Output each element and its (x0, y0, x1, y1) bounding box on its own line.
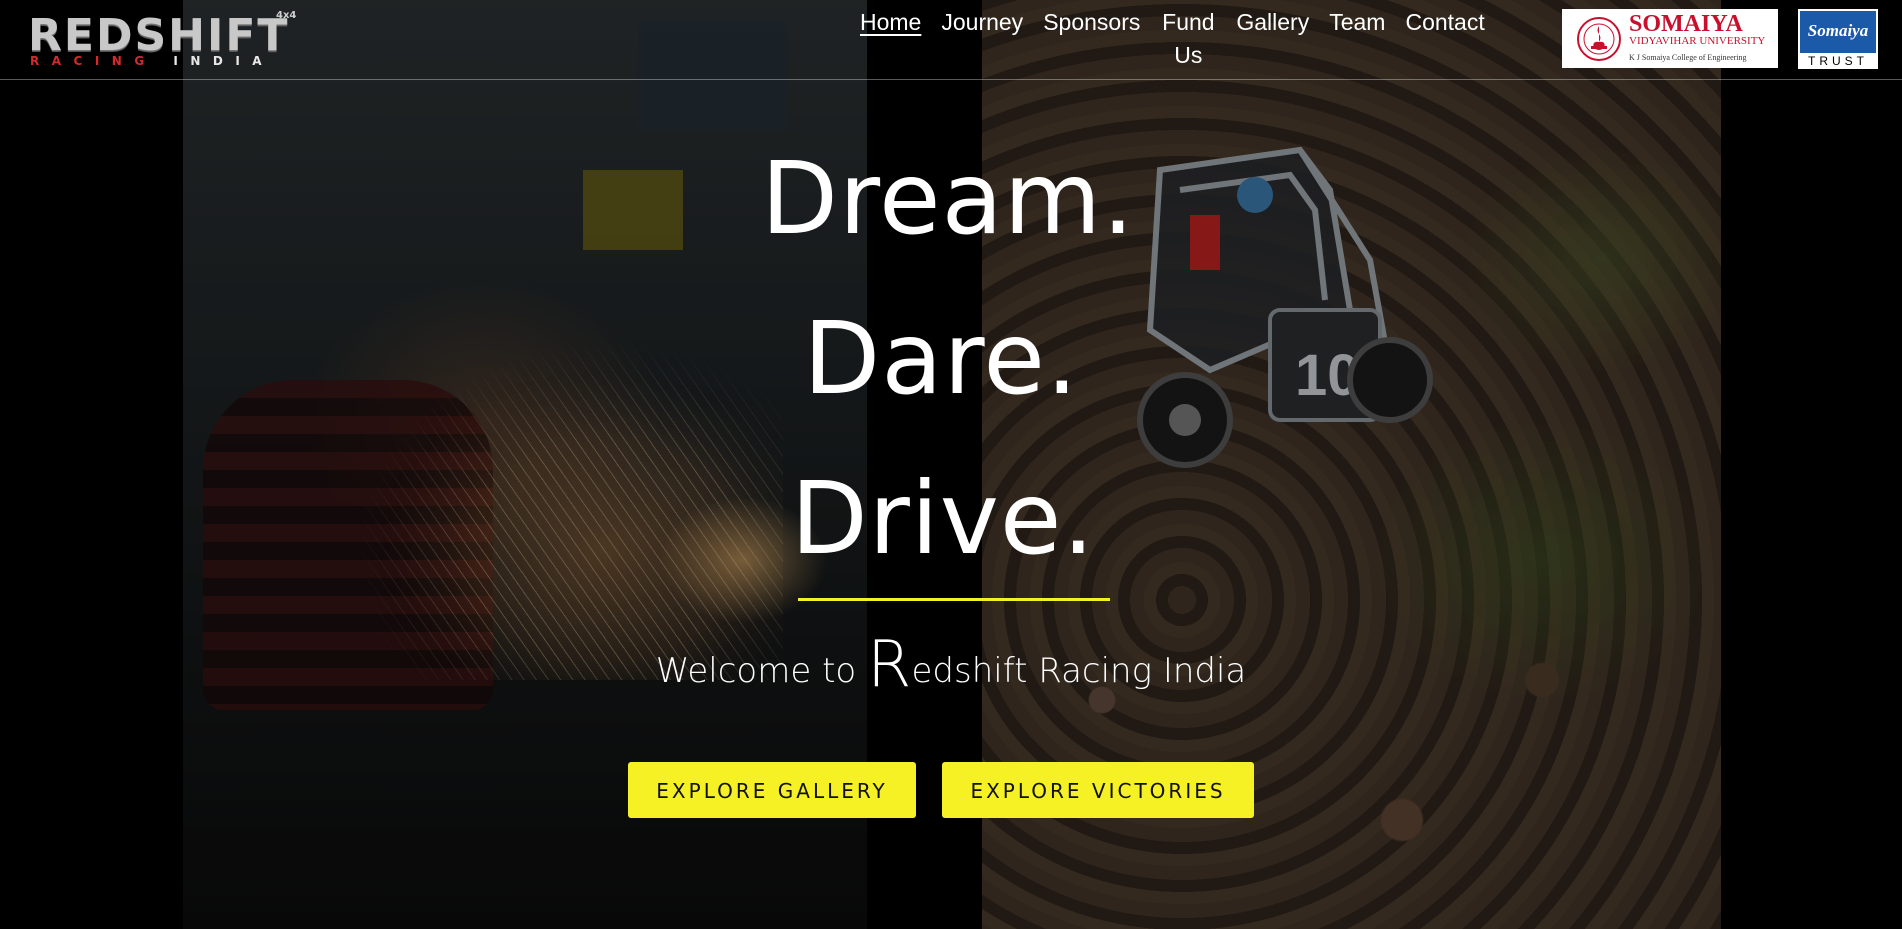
welcome-prefix: Welcome to (655, 651, 868, 691)
nav-home[interactable]: Home (850, 6, 931, 72)
logo-subtitle: RACING INDIA (30, 54, 274, 68)
nav-gallery[interactable]: Gallery (1226, 6, 1319, 72)
explore-victories-button[interactable]: EXPLORE VICTORIES (942, 762, 1254, 818)
nav-journey[interactable]: Journey (931, 6, 1033, 72)
logo-wordmark: REDSHIFT (28, 10, 290, 61)
somaiya-university-logo[interactable]: SOMAIYA VIDYAVIHAR UNIVERSITY K J Somaiy… (1562, 9, 1778, 68)
explore-gallery-button[interactable]: EXPLORE GALLERY (628, 762, 916, 818)
trust-label: TRUST (1808, 54, 1868, 68)
nav-contact[interactable]: Contact (1395, 6, 1494, 72)
logo-4x4-tag: 4x4 (276, 10, 297, 21)
welcome-text: Welcome to Redshift Racing India (0, 628, 1902, 708)
nav-sponsors[interactable]: Sponsors (1033, 6, 1150, 72)
redshift-logo[interactable]: REDSHIFT 4x4 RACING INDIA (28, 10, 318, 70)
somaiya-trust-logo[interactable]: Somaiya TRUST (1798, 9, 1878, 69)
somaiya-university: VIDYAVIHAR UNIVERSITY (1629, 35, 1766, 47)
somaiya-college: K J Somaiya College of Engineering (1629, 53, 1747, 62)
trust-wordmark: Somaiya (1800, 11, 1876, 53)
site-header: REDSHIFT 4x4 RACING INDIA Home Journey S… (0, 0, 1902, 80)
welcome-initial: R (867, 628, 912, 702)
hero-dare: Dare. (803, 300, 1079, 417)
hero-divider (798, 598, 1110, 601)
logo-subtitle-india: INDIA (173, 54, 275, 68)
nav-fund-us[interactable]: Fund Us (1150, 6, 1226, 72)
logo-subtitle-racing: RACING (30, 54, 174, 68)
somaiya-emblem-icon (1577, 17, 1621, 61)
hero-dream: Dream. (761, 140, 1135, 257)
somaiya-name: SOMAIYA (1629, 11, 1743, 37)
hero-drive: Drive. (790, 460, 1096, 577)
welcome-rest: edshift Racing India (911, 651, 1247, 691)
nav-team[interactable]: Team (1319, 6, 1395, 72)
main-nav: Home Journey Sponsors Fund Us Gallery Te… (850, 6, 1495, 72)
